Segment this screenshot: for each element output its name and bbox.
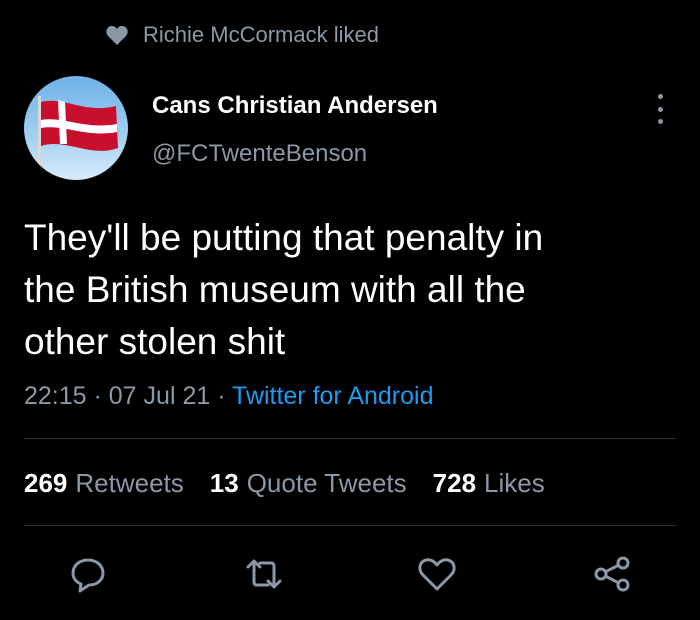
reply-button[interactable] xyxy=(66,552,110,596)
author-name[interactable]: Cans Christian Andersen xyxy=(152,92,438,120)
social-context[interactable]: Richie McCormack liked xyxy=(105,22,379,48)
retweet-button[interactable] xyxy=(242,552,286,596)
divider xyxy=(24,438,676,439)
tweet-time: 22:15 xyxy=(24,382,87,410)
likes-count: 728 xyxy=(432,468,477,498)
tweet-line: They'll be putting that penalty in xyxy=(24,217,544,258)
likes-stat[interactable]: 728 Likes xyxy=(433,468,545,499)
tweet-date: 07 Jul 21 xyxy=(108,382,211,410)
reply-icon xyxy=(71,558,105,593)
retweets-count: 269 xyxy=(24,468,68,498)
meta-separator: · xyxy=(210,382,233,410)
action-bar xyxy=(0,552,700,596)
meta-separator: · xyxy=(86,382,109,410)
quotes-count: 13 xyxy=(209,468,239,498)
like-button[interactable] xyxy=(415,552,459,596)
author-handle[interactable]: @FCTwenteBenson xyxy=(152,140,367,168)
retweet-icon xyxy=(246,559,282,589)
like-icon xyxy=(418,558,456,591)
social-context-label: Richie McCormack liked xyxy=(143,22,379,47)
tweet-source-link[interactable]: Twitter for Android xyxy=(232,382,433,410)
tweet-meta: 22:15 · 07 Jul 21 · Twitter for Android xyxy=(24,382,434,411)
more-options-icon[interactable] xyxy=(650,94,670,124)
quote-tweets-stat[interactable]: 13 Quote Tweets xyxy=(210,468,407,499)
share-button[interactable] xyxy=(590,552,634,596)
danish-flag-image xyxy=(38,96,118,180)
avatar[interactable] xyxy=(24,76,128,180)
retweets-stat[interactable]: 269 Retweets xyxy=(24,468,184,499)
tweet-stats: 269 Retweets 13 Quote Tweets 728 Likes xyxy=(24,468,545,499)
divider xyxy=(24,525,676,526)
tweet-text: They'll be putting that penalty in the B… xyxy=(24,212,674,368)
tweet-line: the British museum with all the xyxy=(24,269,526,310)
share-icon xyxy=(594,556,630,592)
quotes-label: Quote Tweets xyxy=(246,468,407,498)
retweets-label: Retweets xyxy=(75,468,184,498)
likes-label: Likes xyxy=(484,468,545,498)
tweet-line: other stolen shit xyxy=(24,321,286,362)
heart-icon xyxy=(106,25,128,45)
